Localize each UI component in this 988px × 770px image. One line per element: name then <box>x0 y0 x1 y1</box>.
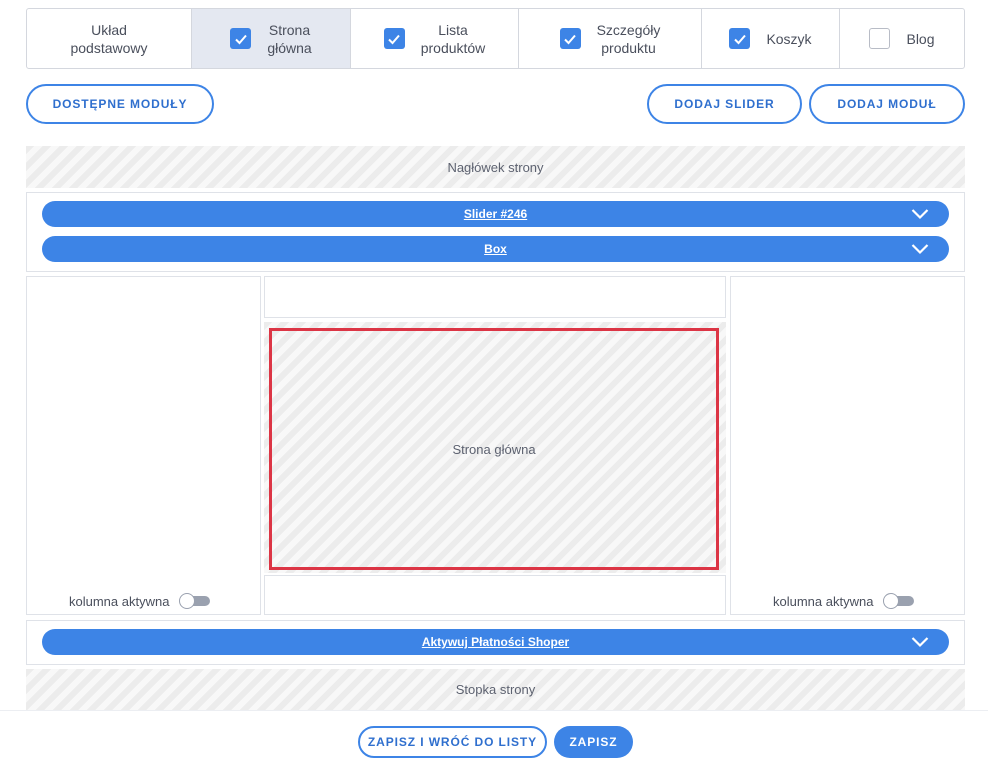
column-active-label: kolumna aktywna <box>69 593 170 609</box>
tab-product-list[interactable]: Lista produktów <box>351 9 519 68</box>
chevron-down-icon[interactable] <box>911 243 929 255</box>
tab-label: Koszyk <box>766 30 812 47</box>
module-bar-label[interactable]: Box <box>42 236 949 262</box>
main-content-zone-selected[interactable]: Strona główna <box>269 328 719 570</box>
tab-blog[interactable]: Blog <box>840 9 964 68</box>
right-column-active-toggle-row: kolumna aktywna <box>773 593 915 609</box>
module-bar-label[interactable]: Aktywuj Płatności Shoper <box>42 629 949 655</box>
layout-editor: Układ podstawowy Strona główna Lista pro… <box>0 0 988 770</box>
tab-cart[interactable]: Koszyk <box>702 9 840 68</box>
save-button[interactable]: ZAPISZ <box>554 726 633 758</box>
module-bar-shoper-payments[interactable]: Aktywuj Płatności Shoper <box>42 629 949 655</box>
tab-base-layout[interactable]: Układ podstawowy <box>27 9 192 68</box>
right-column-toggle[interactable] <box>883 593 915 609</box>
center-top-slot <box>264 276 726 318</box>
module-bar-label[interactable]: Slider #246 <box>42 201 949 227</box>
divider <box>0 710 988 711</box>
tab-label: Szczegóły produktu <box>596 21 661 56</box>
tab-label: Lista produktów <box>420 21 486 56</box>
check-icon <box>564 34 576 44</box>
checkbox-unchecked[interactable] <box>869 28 891 49</box>
toggle-knob <box>179 593 196 609</box>
check-icon <box>235 34 247 44</box>
chevron-down-icon[interactable] <box>911 208 929 220</box>
page-type-tabs: Układ podstawowy Strona główna Lista pro… <box>26 8 965 69</box>
chevron-down-icon[interactable] <box>911 636 929 648</box>
available-modules-button[interactable]: DOSTĘPNE MODUŁY <box>26 84 214 124</box>
header-zone: Nagłówek strony <box>26 146 965 188</box>
add-module-button[interactable]: DODAJ MODUŁ <box>809 84 965 124</box>
checkbox-checked[interactable] <box>383 28 405 49</box>
toggle-knob <box>883 593 900 609</box>
left-column <box>26 276 261 615</box>
tab-label: Strona główna <box>267 21 312 56</box>
add-slider-button[interactable]: DODAJ SLIDER <box>647 84 802 124</box>
checkbox-checked[interactable] <box>729 28 751 49</box>
left-column-toggle[interactable] <box>179 593 211 609</box>
column-active-label: kolumna aktywna <box>773 593 874 609</box>
tab-label: Układ podstawowy <box>70 21 148 56</box>
save-and-return-button[interactable]: ZAPISZ I WRÓĆ DO LISTY <box>358 726 547 758</box>
checkbox-checked[interactable] <box>559 28 581 49</box>
tab-home-page[interactable]: Strona główna <box>192 9 351 68</box>
center-bottom-slot <box>264 575 726 615</box>
checkbox-checked[interactable] <box>230 28 252 49</box>
tab-label: Blog <box>906 30 935 47</box>
footer-zone: Stopka strony <box>26 669 965 710</box>
check-icon <box>734 34 746 44</box>
right-column <box>730 276 965 615</box>
tab-product-details[interactable]: Szczegóły produktu <box>519 9 702 68</box>
left-column-active-toggle-row: kolumna aktywna <box>69 593 211 609</box>
module-bar-box[interactable]: Box <box>42 236 949 262</box>
check-icon <box>388 34 400 44</box>
module-bar-slider[interactable]: Slider #246 <box>42 201 949 227</box>
